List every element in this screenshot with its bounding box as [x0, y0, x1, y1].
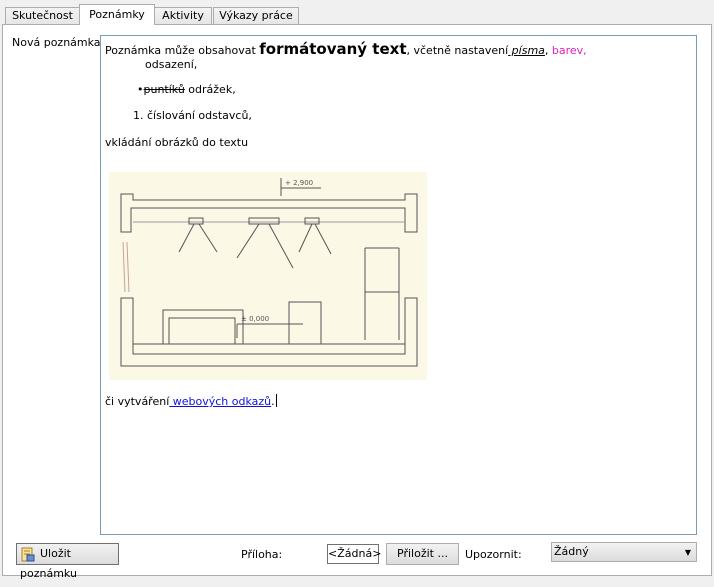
link-line: či vytváření webových odkazů. — [105, 394, 277, 408]
bullet-item: •puntíků odrážek, — [137, 83, 236, 96]
chevron-down-icon: ▼ — [684, 548, 691, 557]
text-strikethrough: puntíků — [143, 83, 185, 96]
notify-select[interactable]: Žádný ▼ — [551, 542, 697, 562]
text-plain: , včetně nastavení — [406, 44, 509, 57]
text-italic-underline: písma — [508, 44, 545, 57]
notify-select-value: Žádný — [554, 545, 589, 558]
note-editor[interactable]: Poznámka může obsahovat formátovaný text… — [100, 35, 697, 535]
attachment-value-field: <Žádná> — [327, 544, 381, 564]
text-colored: barev, — [548, 44, 587, 57]
attachment-label: Příloha: — [241, 548, 283, 561]
web-link[interactable]: webových odkazů — [169, 395, 271, 408]
drawing-dimension-label: ± 0,000 — [241, 315, 269, 323]
text-plain: Poznámka může obsahovat — [105, 44, 260, 57]
text-caret — [275, 394, 277, 407]
attach-button[interactable]: Přiložit ... — [386, 543, 459, 565]
text-plain: či vytváření — [105, 395, 170, 408]
notify-label: Upozornit: — [465, 548, 522, 561]
numbered-item: 1. číslování odstavců, — [133, 109, 252, 122]
text-plain: . — [271, 395, 275, 408]
save-note-button[interactable]: Uložit poznámku — [16, 543, 119, 580]
images-text: vkládání obrázků do textu — [105, 136, 249, 149]
note-label: Nová poznámka: — [12, 36, 105, 49]
save-note-icon — [21, 547, 35, 562]
editor-line-indent: odsazení, — [145, 58, 198, 71]
numbered-index: 1. — [133, 109, 144, 122]
text-bold: formátovaný text — [259, 40, 407, 58]
tab-vykazy-prace[interactable]: Výkazy práce — [213, 7, 299, 24]
tab-strip: Skutečnost Poznámky Aktivity Výkazy prác… — [0, 0, 714, 25]
editor-line-1: Poznámka může obsahovat formátovaný text… — [105, 40, 587, 58]
tab-skutecnost[interactable]: Skutečnost — [5, 7, 80, 24]
drawing-dimension-label: + 2,900 — [285, 179, 313, 187]
text-plain: odrážek, — [184, 83, 236, 96]
tab-aktivity[interactable]: Aktivity — [154, 7, 212, 24]
numbered-text: číslování odstavců, — [147, 109, 252, 122]
embedded-drawing-image[interactable]: + 2,900 ± 0,000 — [109, 172, 427, 380]
tab-poznamky[interactable]: Poznámky — [79, 4, 155, 25]
